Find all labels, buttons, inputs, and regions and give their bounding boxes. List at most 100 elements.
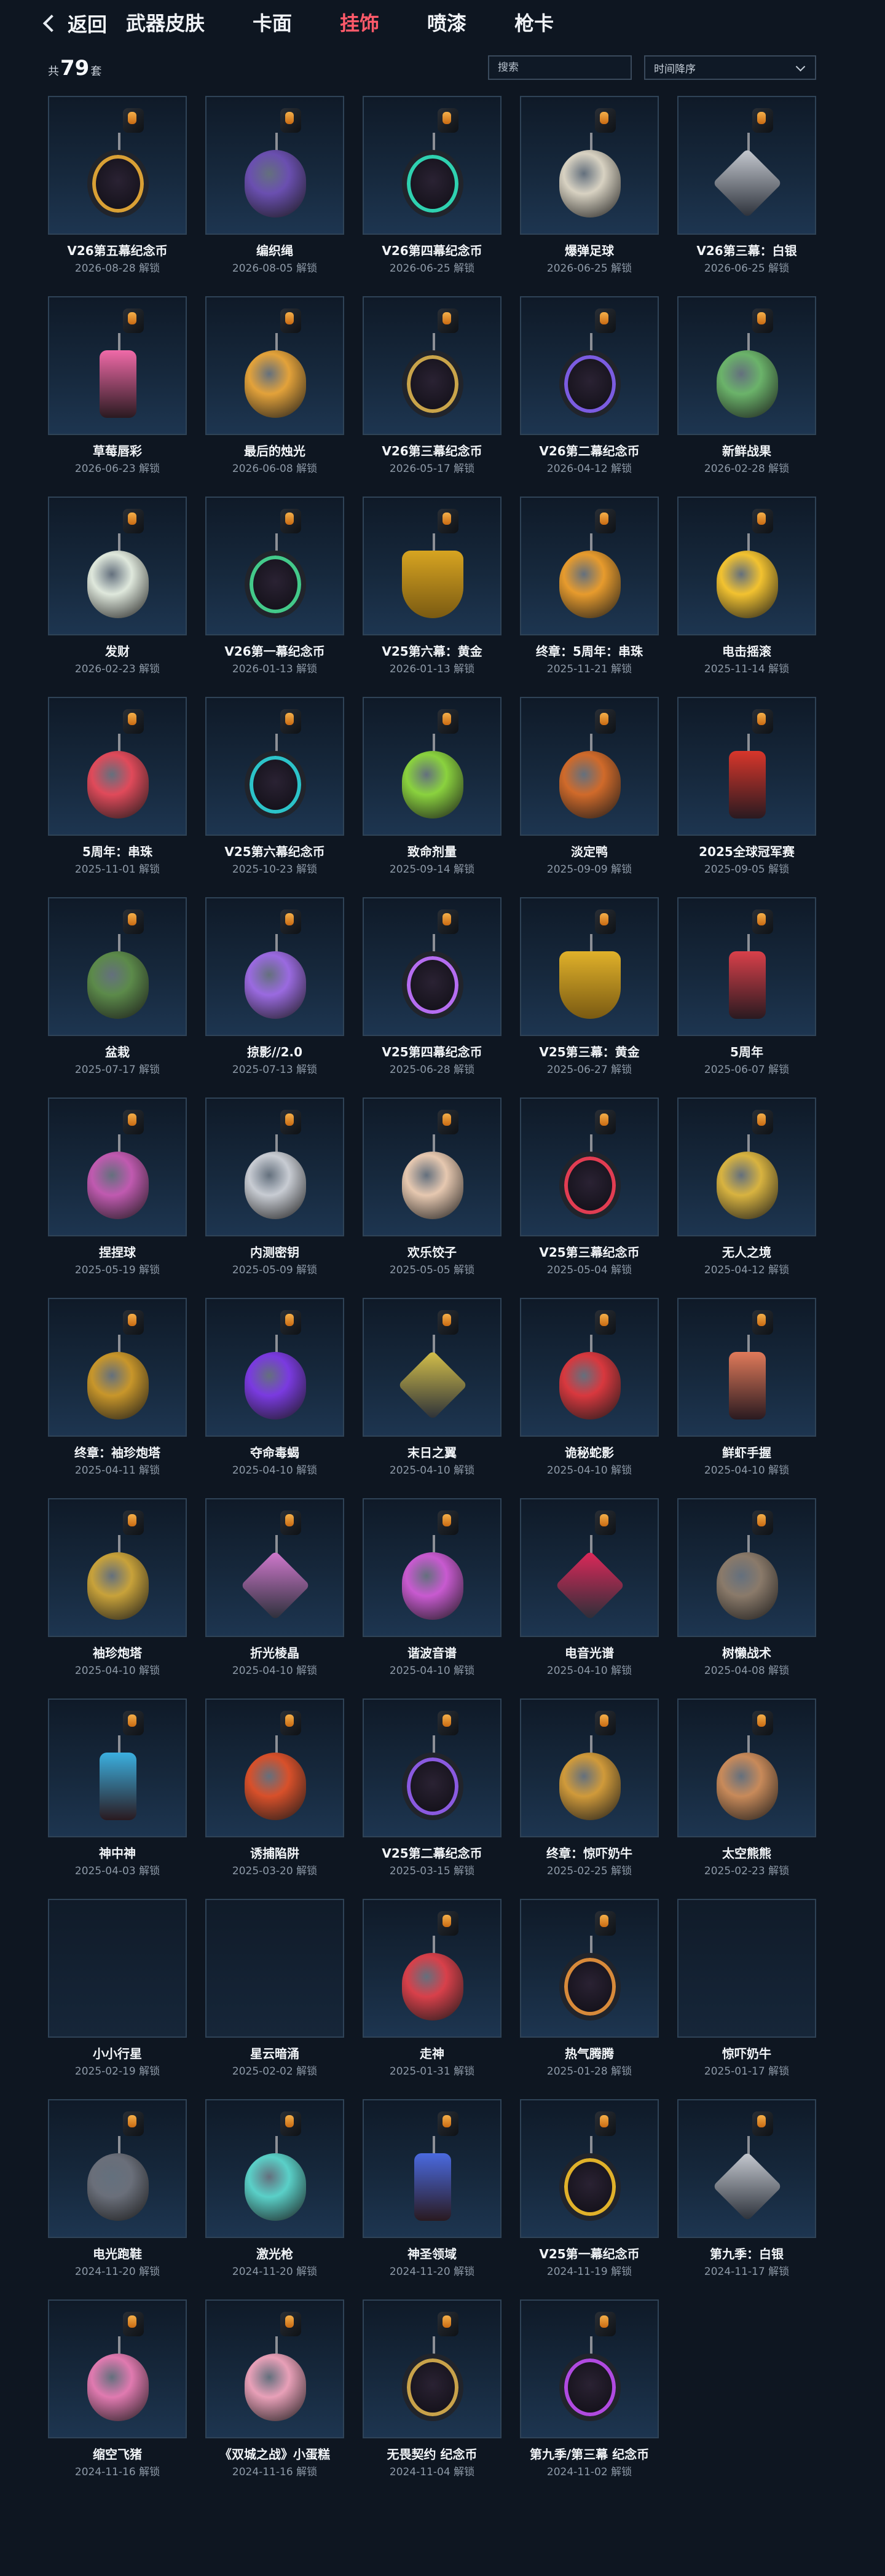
charm-thumbnail[interactable]	[205, 2099, 344, 2238]
charm-item[interactable]: 5周年：串珠 2025-11-01 解锁	[48, 697, 187, 881]
charm-item[interactable]: V25第二幕纪念币 2025-03-15 解锁	[363, 1698, 502, 1883]
charm-thumbnail[interactable]	[520, 897, 659, 1036]
charm-item[interactable]: V26第三幕：白银 2026-06-25 解锁	[677, 96, 816, 280]
charm-item[interactable]: 掠影//2.0 2025-07-13 解锁	[205, 897, 344, 1082]
charm-thumbnail[interactable]	[677, 1698, 816, 1837]
charm-thumbnail[interactable]	[520, 1899, 659, 2038]
charm-item[interactable]: 电光跑鞋 2024-11-20 解锁	[48, 2099, 187, 2283]
charm-item[interactable]: 走神 2025-01-31 解锁	[363, 1899, 502, 2083]
charm-item[interactable]: 《双城之战》小蛋糕 2024-11-16 解锁	[205, 2299, 344, 2484]
charm-item[interactable]: 神中神 2025-04-03 解锁	[48, 1698, 187, 1883]
charm-item[interactable]: 发财 2026-02-23 解锁	[48, 497, 187, 681]
charm-thumbnail[interactable]	[677, 1498, 816, 1637]
charm-thumbnail[interactable]	[677, 897, 816, 1036]
charm-thumbnail[interactable]	[205, 1899, 344, 2038]
charm-thumbnail[interactable]	[205, 2299, 344, 2438]
charm-thumbnail[interactable]	[520, 1298, 659, 1437]
charm-thumbnail[interactable]	[48, 296, 187, 435]
charm-thumbnail[interactable]	[205, 897, 344, 1036]
charm-thumbnail[interactable]	[363, 1498, 502, 1637]
charm-thumbnail[interactable]	[677, 497, 816, 635]
charm-thumbnail[interactable]	[520, 2299, 659, 2438]
charm-item[interactable]: 草莓唇彩 2026-06-23 解锁	[48, 296, 187, 481]
charm-thumbnail[interactable]	[363, 897, 502, 1036]
charm-item[interactable]: 太空熊熊 2025-02-23 解锁	[677, 1698, 816, 1883]
charm-item[interactable]: 盆栽 2025-07-17 解锁	[48, 897, 187, 1082]
charm-item[interactable]: V25第四幕纪念币 2025-06-28 解锁	[363, 897, 502, 1082]
charm-thumbnail[interactable]	[48, 96, 187, 235]
charm-thumbnail[interactable]	[363, 1899, 502, 2038]
charm-thumbnail[interactable]	[363, 2299, 502, 2438]
charm-thumbnail[interactable]	[520, 96, 659, 235]
charm-item[interactable]: 终章：5周年：串珠 2025-11-21 解锁	[520, 497, 659, 681]
charm-thumbnail[interactable]	[205, 1498, 344, 1637]
charm-item[interactable]: 诡秘蛇影 2025-04-10 解锁	[520, 1298, 659, 1482]
charm-thumbnail[interactable]	[48, 1498, 187, 1637]
charm-item[interactable]: 第九季：白银 2024-11-17 解锁	[677, 2099, 816, 2283]
charm-thumbnail[interactable]	[677, 2099, 816, 2238]
charm-item[interactable]: V25第六幕纪念币 2025-10-23 解锁	[205, 697, 344, 881]
charm-item[interactable]: V25第六幕：黄金 2026-01-13 解锁	[363, 497, 502, 681]
charm-thumbnail[interactable]	[520, 2099, 659, 2238]
charm-thumbnail[interactable]	[48, 1098, 187, 1236]
search-input[interactable]	[488, 55, 632, 80]
charm-thumbnail[interactable]	[205, 697, 344, 836]
charm-item[interactable]: 新鲜战果 2026-02-28 解锁	[677, 296, 816, 481]
charm-item[interactable]: 诱捕陷阱 2025-03-20 解锁	[205, 1698, 344, 1883]
charm-item[interactable]: V26第二幕纪念币 2026-04-12 解锁	[520, 296, 659, 481]
charm-item[interactable]: 惊吓奶牛 2025-01-17 解锁	[677, 1899, 816, 2083]
charm-thumbnail[interactable]	[677, 296, 816, 435]
charm-thumbnail[interactable]	[363, 497, 502, 635]
charm-item[interactable]: 鲜虾手握 2025-04-10 解锁	[677, 1298, 816, 1482]
tab-4[interactable]: 枪卡	[514, 11, 554, 36]
tab-0[interactable]: 武器皮肤	[126, 11, 205, 36]
charm-thumbnail[interactable]	[48, 1298, 187, 1437]
charm-item[interactable]: 折光棱晶 2025-04-10 解锁	[205, 1498, 344, 1683]
charm-item[interactable]: 最后的烛光 2026-06-08 解锁	[205, 296, 344, 481]
charm-thumbnail[interactable]	[363, 1098, 502, 1236]
charm-thumbnail[interactable]	[677, 1899, 816, 2038]
charm-thumbnail[interactable]	[520, 697, 659, 836]
charm-thumbnail[interactable]	[48, 1899, 187, 2038]
charm-item[interactable]: 无畏契约 纪念币 2024-11-04 解锁	[363, 2299, 502, 2484]
charm-item[interactable]: 末日之翼 2025-04-10 解锁	[363, 1298, 502, 1482]
charm-item[interactable]: 2025全球冠军赛 2025-09-05 解锁	[677, 697, 816, 881]
charm-item[interactable]: V25第三幕：黄金 2025-06-27 解锁	[520, 897, 659, 1082]
charm-thumbnail[interactable]	[48, 1698, 187, 1837]
tab-1[interactable]: 卡面	[253, 11, 292, 36]
charm-item[interactable]: 谐波音谱 2025-04-10 解锁	[363, 1498, 502, 1683]
charm-thumbnail[interactable]	[677, 1298, 816, 1437]
charm-thumbnail[interactable]	[205, 1298, 344, 1437]
charm-item[interactable]: 树懒战术 2025-04-08 解锁	[677, 1498, 816, 1683]
charm-thumbnail[interactable]	[48, 2299, 187, 2438]
charm-item[interactable]: 缩空飞猪 2024-11-16 解锁	[48, 2299, 187, 2484]
sort-dropdown[interactable]: 时间降序	[644, 55, 816, 80]
charm-thumbnail[interactable]	[205, 497, 344, 635]
charm-item[interactable]: 电击摇滚 2025-11-14 解锁	[677, 497, 816, 681]
charm-thumbnail[interactable]	[520, 1098, 659, 1236]
charm-item[interactable]: V26第一幕纪念币 2026-01-13 解锁	[205, 497, 344, 681]
charm-thumbnail[interactable]	[677, 1098, 816, 1236]
tab-2[interactable]: 挂饰	[340, 11, 379, 36]
charm-thumbnail[interactable]	[677, 96, 816, 235]
charm-item[interactable]: 终章：惊吓奶牛 2025-02-25 解锁	[520, 1698, 659, 1883]
charm-item[interactable]: 星云暗涌 2025-02-02 解锁	[205, 1899, 344, 2083]
charm-item[interactable]: V25第三幕纪念币 2025-05-04 解锁	[520, 1098, 659, 1282]
charm-thumbnail[interactable]	[48, 897, 187, 1036]
charm-item[interactable]: 致命剂量 2025-09-14 解锁	[363, 697, 502, 881]
charm-item[interactable]: 第九季/第三幕 纪念币 2024-11-02 解锁	[520, 2299, 659, 2484]
charm-thumbnail[interactable]	[48, 697, 187, 836]
charm-thumbnail[interactable]	[205, 296, 344, 435]
tab-3[interactable]: 喷漆	[427, 11, 466, 36]
charm-item[interactable]: 神圣领域 2024-11-20 解锁	[363, 2099, 502, 2283]
charm-thumbnail[interactable]	[520, 1498, 659, 1637]
charm-item[interactable]: 小小行星 2025-02-19 解锁	[48, 1899, 187, 2083]
charm-thumbnail[interactable]	[48, 2099, 187, 2238]
charm-thumbnail[interactable]	[205, 96, 344, 235]
charm-thumbnail[interactable]	[363, 2099, 502, 2238]
charm-thumbnail[interactable]	[363, 1698, 502, 1837]
charm-item[interactable]: 欢乐饺子 2025-05-05 解锁	[363, 1098, 502, 1282]
back-button[interactable]: 返回	[42, 11, 107, 36]
charm-item[interactable]: 捏捏球 2025-05-19 解锁	[48, 1098, 187, 1282]
charm-thumbnail[interactable]	[363, 1298, 502, 1437]
